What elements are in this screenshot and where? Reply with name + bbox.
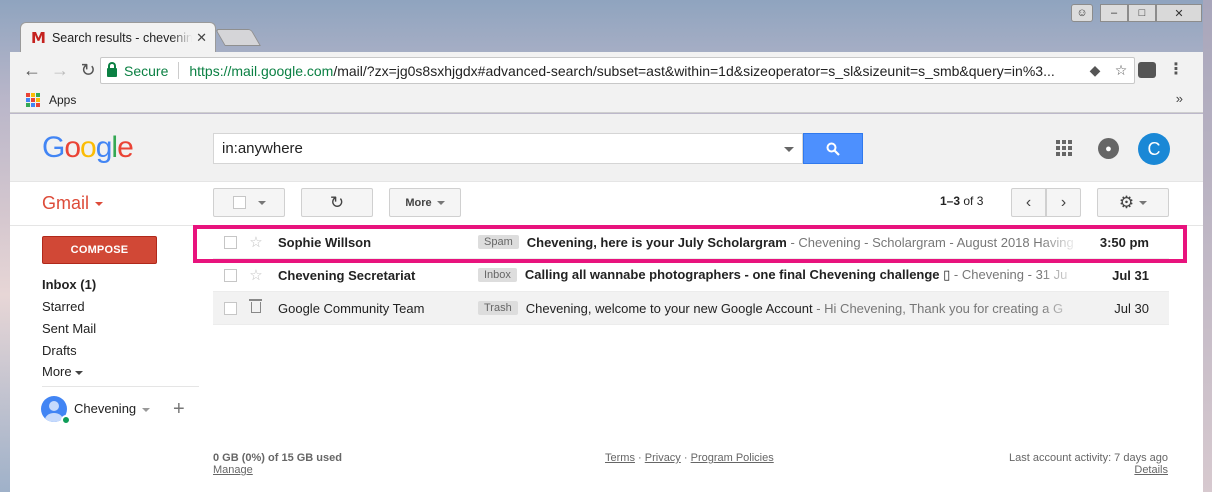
url-path: /mail/?zx=jg0s8sxhjgdx#advanced-search/s… [333,62,1055,79]
google-apps-icon[interactable] [1056,140,1072,156]
message-subject-line: Chevening, welcome to your new Google Ac… [526,301,1079,316]
omnibox-divider [178,62,180,79]
logo-letter: g [95,131,113,164]
page-range: 1–3 [940,194,961,208]
message-sender: Google Community Team [278,300,425,316]
chevron-down-icon [257,200,266,205]
older-page-button[interactable]: › [1046,188,1081,217]
logo-letter: G [42,131,65,164]
select-checkbox[interactable] [232,196,246,209]
extension-icon[interactable]: ◆ [1082,62,1108,79]
menu-icon[interactable]: ⋮ [1168,59,1184,79]
address-bar[interactable]: Secure https://mail.google.com/mail/?zx=… [100,57,1135,84]
page-count: 1–3 of 3 [940,194,983,208]
message-subject-line: Calling all wannabe photographers - one … [525,267,1079,283]
add-contact-icon[interactable]: + [173,398,185,421]
select-all-button[interactable] [213,188,285,217]
reload-icon[interactable]: ↻ [74,60,102,81]
more-actions-button[interactable]: More [389,188,461,217]
message-date: Jul 31 [1112,267,1149,283]
footer-separator: · [683,452,688,464]
account-avatar[interactable]: C [1138,133,1170,165]
more-actions-label: More [405,196,432,209]
close-window-icon[interactable]: ✕ [1156,4,1202,22]
manage-storage-link[interactable]: Manage [213,464,253,476]
footer-separator: · [638,452,642,464]
message-snippet: - Hi Chevening, Thank you for creating a… [812,300,1064,316]
footer-links: Terms · Privacy · Program Policies [605,452,774,464]
star-icon[interactable]: ☆ [244,266,268,284]
google-logo[interactable]: Google [42,131,134,165]
logo-letter: o [80,131,97,164]
sidebar-item-inbox[interactable]: Inbox (1) [42,277,96,292]
sidebar-item-sent-mail[interactable]: Sent Mail [42,321,96,336]
highlight-box [193,225,1187,263]
search-value: in:anywhere [222,140,303,157]
compose-button[interactable]: COMPOSE [42,236,157,264]
program-policies-link[interactable]: Program Policies [691,452,774,464]
desktop-background [1203,0,1212,492]
message-subject: Calling all wannabe photographers - one … [524,267,951,282]
notifications-bell-icon[interactable]: ● [1098,138,1119,159]
bookmarks-overflow-icon[interactable]: » [1176,91,1183,106]
chevron-down-icon [436,200,445,205]
message-row[interactable]: ☆ Chevening Secretariat Inbox Calling al… [213,259,1169,292]
online-status-icon [61,415,71,425]
message-row[interactable]: Google Community Team Trash Chevening, w… [213,292,1169,325]
sidebar-item-starred[interactable]: Starred [42,299,85,314]
bookmark-star-icon[interactable]: ☆ [1108,62,1134,79]
sidebar-item-drafts[interactable]: Drafts [42,343,77,358]
back-icon[interactable]: ← [18,60,46,81]
hangouts-account-name[interactable]: Chevening [74,401,150,416]
secure-label: Secure [124,62,169,79]
row-checkbox[interactable] [224,301,237,315]
refresh-button[interactable]: ↻ [301,188,373,217]
privacy-link[interactable]: Privacy [645,452,681,464]
message-date: Jul 30 [1114,300,1149,316]
trash-icon [249,298,262,313]
pocket-icon[interactable] [1138,62,1156,78]
maximize-icon[interactable]: □ [1128,4,1156,22]
settings-button[interactable]: ⚙ [1097,188,1169,217]
search-input[interactable]: in:anywhere [213,133,803,164]
gmail-app-switcher[interactable]: Gmail [42,193,103,214]
gmail-favicon-icon: M [31,28,46,47]
apps-grid-icon[interactable] [26,93,40,107]
newer-page-button[interactable]: ‹ [1011,188,1046,217]
activity-details-link[interactable]: Details [1100,464,1168,476]
url-text: https://mail.google.com/mail/?zx=jg0s8sx… [189,63,1082,79]
profile-icon[interactable]: ☺ [1071,4,1093,22]
row-checkbox[interactable] [224,268,237,282]
bookmarks-bar: Apps » [10,88,1203,113]
message-snippet: - Chevening - 31 Ju [950,267,1068,282]
search-button[interactable] [803,133,863,164]
sidebar-divider [42,386,199,387]
terms-link[interactable]: Terms [605,452,635,464]
storage-usage: 0 GB (0%) of 15 GB used [213,452,342,464]
tab-close-icon[interactable]: ✕ [196,30,207,46]
last-account-activity: Last account activity: 7 days ago [1009,452,1168,464]
chevron-down-icon [1139,200,1148,205]
lock-icon [107,62,117,77]
trash-icon-cell[interactable] [244,298,268,317]
message-label-trash[interactable]: Trash [478,301,518,315]
url-domain: https://mail.google.com [189,62,334,79]
logo-letter: o [64,131,81,164]
message-subject: Chevening, welcome to your new Google Ac… [525,300,813,316]
message-label-inbox[interactable]: Inbox [478,268,517,282]
search-icon [826,142,840,156]
gear-icon: ⚙ [1118,192,1135,212]
message-sender: Chevening Secretariat [278,267,416,283]
browser-tab-active[interactable]: M Search results - chevening ✕ [20,22,216,52]
sidebar-item-more[interactable]: More [42,364,83,379]
apps-label[interactable]: Apps [49,93,76,107]
forward-icon[interactable]: → [46,60,74,81]
search-options-icon[interactable] [784,147,794,152]
tab-title: Search results - chevening [51,30,193,45]
minimize-icon[interactable]: – [1100,4,1128,22]
logo-letter: e [117,131,134,164]
page-total: of 3 [963,194,984,208]
